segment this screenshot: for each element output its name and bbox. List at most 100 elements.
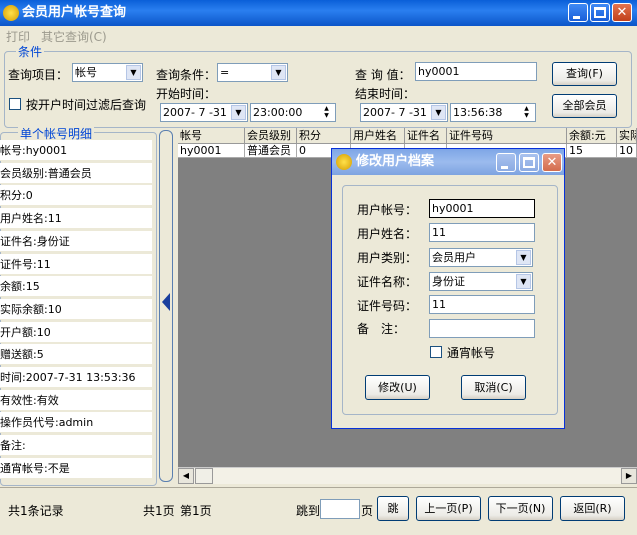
app-icon <box>3 5 19 21</box>
query-item-label: 查询项目： <box>8 68 69 82</box>
start-time-label: 开始时间： <box>156 87 217 101</box>
detail-row: 实际余额:10 <box>0 298 152 320</box>
jump-button[interactable]: 跳 <box>377 496 409 521</box>
window-title: 会员用户帐号查询 <box>22 5 127 20</box>
grid-cell[interactable]: 普通会员 <box>245 144 297 158</box>
grid-cell[interactable]: hy0001 <box>178 144 245 158</box>
dialog-close-button[interactable]: ✕ <box>542 153 562 172</box>
idnum-label: 证件号码： <box>357 299 418 313</box>
query-button[interactable]: 查询(F) <box>552 62 617 86</box>
next-page-button[interactable]: 下一页(N) <box>488 496 553 521</box>
end-time-label: 结束时间： <box>355 87 416 101</box>
minimize-button[interactable] <box>568 3 588 22</box>
detail-list: 帐号:hy0001 会员级别:普通会员 积分:0 用户姓名:11 证件名:身份证… <box>0 140 152 485</box>
query-value-label: 查 询 值： <box>355 68 411 82</box>
detail-row: 用户姓名:11 <box>0 208 152 230</box>
minimize-icon <box>573 16 580 19</box>
idtype-select[interactable]: 身份证 ▼ <box>429 272 533 291</box>
scroll-right-icon[interactable]: ▶ <box>621 468 637 484</box>
detail-row: 会员级别:普通会员 <box>0 162 152 184</box>
detail-row: 帐号:hy0001 <box>0 140 152 161</box>
maximize-icon <box>594 7 606 18</box>
chevron-down-icon: ▼ <box>516 250 531 265</box>
dialog-titlebar: 修改用户档案 ✕ <box>332 149 564 175</box>
record-count: 共1条记录 <box>8 504 64 518</box>
close-icon: ✕ <box>546 155 558 170</box>
category-label: 用户类别： <box>357 251 418 265</box>
conditions-legend: 条件 <box>16 43 45 60</box>
window-titlebar: 会员用户帐号查询 ✕ <box>0 0 637 26</box>
chevron-down-icon: ▼ <box>126 65 141 80</box>
start-time-spinner[interactable]: 23:00:00 ▲ ▼ <box>250 103 336 122</box>
query-item-select[interactable]: 帐号 ▼ <box>72 63 143 82</box>
grid-col-header[interactable]: 余额:元 <box>567 128 617 144</box>
start-time-value: 23:00:00 <box>253 106 303 119</box>
dialog-maximize-button[interactable] <box>519 153 539 172</box>
filter-checkbox[interactable] <box>9 98 21 110</box>
start-date-value: 2007- 7 -31 <box>163 106 227 119</box>
detail-row: 证件名:身份证 <box>0 230 152 252</box>
start-date-picker[interactable]: 2007- 7 -31 ▼ <box>160 103 248 122</box>
detail-row: 开户额:10 <box>0 321 152 343</box>
name-input[interactable]: 11 <box>429 223 535 242</box>
grid-col-header[interactable]: 帐号 <box>178 128 245 144</box>
spinner-arrows-icon: ▲ ▼ <box>324 105 329 119</box>
end-date-picker[interactable]: 2007- 7 -31 ▼ <box>360 103 448 122</box>
account-input[interactable]: hy0001 <box>429 199 535 218</box>
dialog-minimize-button[interactable] <box>496 153 516 172</box>
page-total: 共1页 <box>143 504 175 518</box>
filter-checkbox-label: 按开户时间过滤后查询 <box>26 98 147 112</box>
close-button[interactable]: ✕ <box>612 3 632 22</box>
back-button[interactable]: 返回(R) <box>560 496 625 521</box>
end-time-value: 13:56:38 <box>453 106 503 119</box>
grid-col-header[interactable]: 证件号码 <box>447 128 567 144</box>
query-cond-value: = <box>220 66 230 79</box>
panel-splitter[interactable] <box>159 130 173 482</box>
chevron-down-icon: ▼ <box>271 65 286 80</box>
idtype-value: 身份证 <box>432 275 465 288</box>
grid-cell[interactable]: 15 <box>567 144 617 158</box>
modify-button[interactable]: 修改(U) <box>365 375 430 400</box>
grid-col-header[interactable]: 用户姓名 <box>351 128 405 144</box>
idtype-label: 证件名称： <box>357 275 418 289</box>
dialog-app-icon <box>336 154 352 170</box>
query-cond-label: 查询条件： <box>156 68 217 82</box>
end-time-spinner[interactable]: 13:56:38 ▲ ▼ <box>450 103 536 122</box>
account-label: 用户帐号： <box>357 203 418 217</box>
grid-col-header[interactable]: 会员级别 <box>245 128 297 144</box>
detail-row: 有效性:有效 <box>0 389 152 411</box>
edit-user-dialog: 修改用户档案 ✕ 用户帐号： hy0001 用户姓名： 11 用户类别： 会员用… <box>331 148 565 429</box>
remark-input[interactable] <box>429 319 535 338</box>
grid-col-header[interactable]: 实际 <box>617 128 637 144</box>
prev-page-button[interactable]: 上一页(P) <box>416 496 481 521</box>
chevron-down-icon: ▼ <box>516 274 531 289</box>
idnum-input[interactable]: 11 <box>429 295 535 314</box>
dialog-title: 修改用户档案 <box>356 154 435 169</box>
cancel-button[interactable]: 取消(C) <box>461 375 526 400</box>
grid-col-header[interactable]: 证件名 <box>405 128 447 144</box>
grid-col-header[interactable]: 积分 <box>297 128 351 144</box>
detail-row: 时间:2007-7-31 13:53:36 <box>0 367 152 388</box>
menu-other-query[interactable]: 其它查询(C) <box>41 28 107 45</box>
jump-page-input[interactable] <box>320 499 360 519</box>
detail-row: 通宵帐号:不是 <box>0 457 152 479</box>
name-label: 用户姓名： <box>357 227 418 241</box>
all-members-button[interactable]: 全部会员 <box>552 94 617 118</box>
chevron-down-icon: ▼ <box>431 105 446 120</box>
remark-label: 备 注： <box>357 322 406 336</box>
chevron-down-icon: ▼ <box>231 105 246 120</box>
query-value-input[interactable]: hy0001 <box>415 62 537 81</box>
detail-row: 备注: <box>0 435 152 457</box>
minimize-icon <box>501 166 508 169</box>
close-icon: ✕ <box>616 5 628 20</box>
end-date-value: 2007- 7 -31 <box>363 106 427 119</box>
query-cond-select[interactable]: = ▼ <box>217 63 288 82</box>
horizontal-scrollbar[interactable]: ◀ ▶ <box>178 467 637 484</box>
maximize-button[interactable] <box>590 3 610 22</box>
category-select[interactable]: 会员用户 ▼ <box>429 248 533 267</box>
scroll-thumb[interactable] <box>195 468 213 484</box>
scroll-left-icon[interactable]: ◀ <box>178 468 194 484</box>
overnight-checkbox[interactable] <box>430 346 442 358</box>
grid-cell[interactable]: 10 <box>617 144 637 158</box>
detail-row: 积分:0 <box>0 185 152 207</box>
